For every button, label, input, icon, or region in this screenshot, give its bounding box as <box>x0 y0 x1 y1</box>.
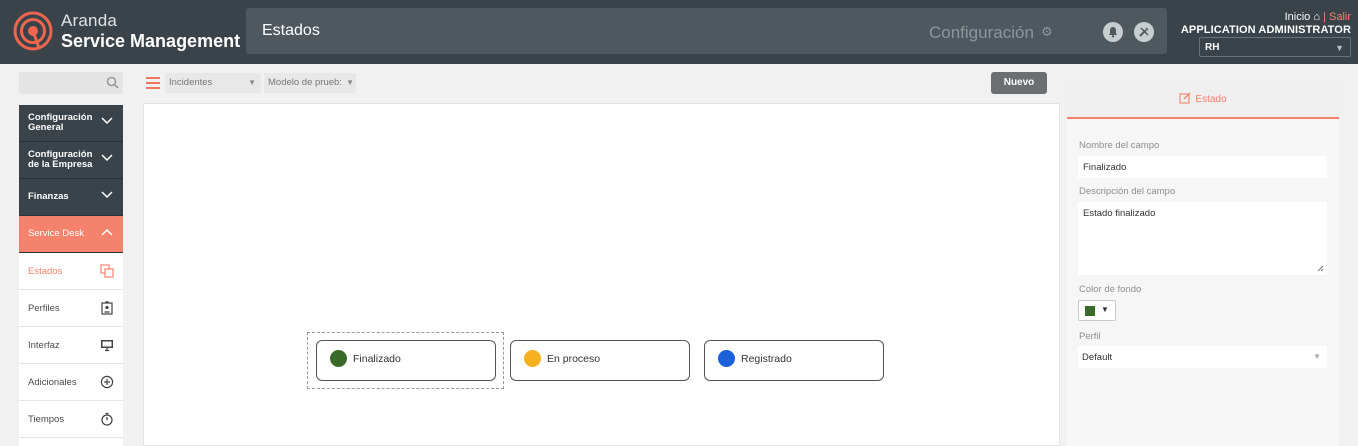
state-node-label: Finalizado <box>353 353 401 365</box>
edit-icon <box>1179 92 1191 104</box>
resize-handle-icon[interactable] <box>1317 265 1324 272</box>
state-node-label: En proceso <box>547 353 601 365</box>
logout-link[interactable]: Salir <box>1329 11 1351 23</box>
field-description-textarea[interactable]: Estado finalizado <box>1078 202 1327 275</box>
chevron-up-icon <box>101 228 113 236</box>
profile-label: Perfil <box>1079 331 1101 342</box>
caret-down-icon: ▼ <box>1335 43 1344 53</box>
sidebar-group-label: Service Desk <box>28 228 84 239</box>
workflow-canvas[interactable]: Finalizado En proceso Registrado <box>143 103 1060 446</box>
sidebar-group-finanzas[interactable]: Finanzas <box>19 179 123 216</box>
bgcolor-picker[interactable]: ▼ <box>1078 300 1116 321</box>
home-link[interactable]: Inicio <box>1285 11 1311 23</box>
sidebar: Configuración General Configuración de l… <box>19 105 123 446</box>
sidebar-item-interfaz[interactable]: Interfaz <box>19 327 123 364</box>
state-color-dot <box>330 350 347 367</box>
link-separator: | <box>1323 11 1326 23</box>
state-color-dot <box>524 350 541 367</box>
caret-down-icon: ▼ <box>1313 352 1321 361</box>
add-circle-icon <box>100 375 114 389</box>
tools-icon <box>1139 27 1149 37</box>
sidebar-item-label: Adicionales <box>28 376 77 388</box>
brand-name: Aranda <box>61 11 118 30</box>
caret-down-icon: ▼ <box>346 78 354 87</box>
company-select[interactable]: RH ▼ <box>1199 37 1351 57</box>
sidebar-group-service-desk[interactable]: Service Desk <box>19 216 123 253</box>
copy-icon <box>100 264 114 278</box>
configuration-link[interactable]: Configuración <box>929 23 1034 43</box>
monitor-icon <box>101 340 113 352</box>
model-dropdown-value: Modelo de prueb: <box>268 77 342 88</box>
title-bar: Estados Configuración ⚙ <box>246 8 1167 54</box>
caret-down-icon: ▼ <box>248 78 256 87</box>
state-node-registrado[interactable]: Registrado <box>704 340 884 381</box>
field-description-value: Estado finalizado <box>1083 208 1156 219</box>
company-select-value: RH <box>1205 42 1220 53</box>
sidebar-item-estados[interactable]: Estados <box>19 253 123 290</box>
properties-panel: Estado Nombre del campo Finalizado Descr… <box>1067 83 1339 446</box>
sidebar-group-configuracion-general[interactable]: Configuración General <box>19 105 123 142</box>
new-button[interactable]: Nuevo <box>991 72 1047 94</box>
model-dropdown[interactable]: Modelo de prueb: ▼ <box>264 73 356 93</box>
type-dropdown-value: Incidentes <box>169 77 213 88</box>
tab-estado[interactable]: Estado <box>1067 83 1339 119</box>
brand-product: Service Management <box>61 31 241 51</box>
profile-select[interactable]: Default ▼ <box>1078 346 1327 368</box>
field-description-label: Descripción del campo <box>1079 186 1176 197</box>
type-dropdown[interactable]: Incidentes ▼ <box>165 73 261 93</box>
sidebar-group-label: Finanzas <box>28 191 69 202</box>
state-node-en-proceso[interactable]: En proceso <box>510 340 690 381</box>
sidebar-item-tiempos[interactable]: Tiempos <box>19 401 123 438</box>
user-name: APPLICATION ADMINISTRATOR <box>1180 24 1351 36</box>
sidebar-item-label: Interfaz <box>28 339 60 351</box>
sidebar-item-perfiles[interactable]: Perfiles <box>19 290 123 327</box>
sidebar-item-label: Tiempos <box>28 413 65 425</box>
user-area: Inicio ⌂ | Salir APPLICATION ADMINISTRAT… <box>1181 11 1351 36</box>
gear-icon[interactable]: ⚙ <box>1041 24 1054 39</box>
header-links: Inicio ⌂ | Salir <box>1181 11 1351 23</box>
badge-icon <box>101 301 113 315</box>
bgcolor-label: Color de fondo <box>1079 284 1142 295</box>
tools-button[interactable] <box>1134 22 1154 42</box>
hamburger-menu-icon[interactable] <box>146 77 160 89</box>
sidebar-item-label: Estados <box>28 265 63 277</box>
sidebar-group-label: Configuración General <box>28 112 93 133</box>
chevron-down-icon <box>101 117 113 125</box>
chevron-down-icon <box>101 154 113 162</box>
color-swatch <box>1085 306 1095 316</box>
tab-estado-label: Estado <box>1195 94 1227 105</box>
sidebar-search-input[interactable] <box>19 72 123 94</box>
chevron-down-icon <box>101 191 113 199</box>
profile-select-value: Default <box>1082 352 1113 363</box>
state-color-dot <box>718 350 735 367</box>
stopwatch-icon <box>101 412 113 426</box>
sidebar-item-label: Perfiles <box>28 302 60 314</box>
state-node-label: Registrado <box>741 353 792 365</box>
app-header: Aranda Service Management Estados Config… <box>0 0 1358 64</box>
bell-icon <box>1109 27 1117 38</box>
sidebar-item-adicionales[interactable]: Adicionales <box>19 364 123 401</box>
page-title: Estados <box>262 22 320 39</box>
caret-down-icon: ▼ <box>1101 305 1109 314</box>
aranda-logo-icon <box>13 11 53 51</box>
notifications-button[interactable] <box>1103 22 1123 42</box>
home-icon[interactable]: ⌂ <box>1313 11 1320 23</box>
field-name-input[interactable]: Finalizado <box>1078 156 1327 178</box>
search-icon[interactable] <box>106 76 119 89</box>
state-node-finalizado[interactable]: Finalizado <box>316 340 496 381</box>
sidebar-group-configuracion-empresa[interactable]: Configuración de la Empresa <box>19 142 123 179</box>
field-name-label: Nombre del campo <box>1079 140 1160 151</box>
sidebar-group-label: Configuración de la Empresa <box>28 149 93 170</box>
